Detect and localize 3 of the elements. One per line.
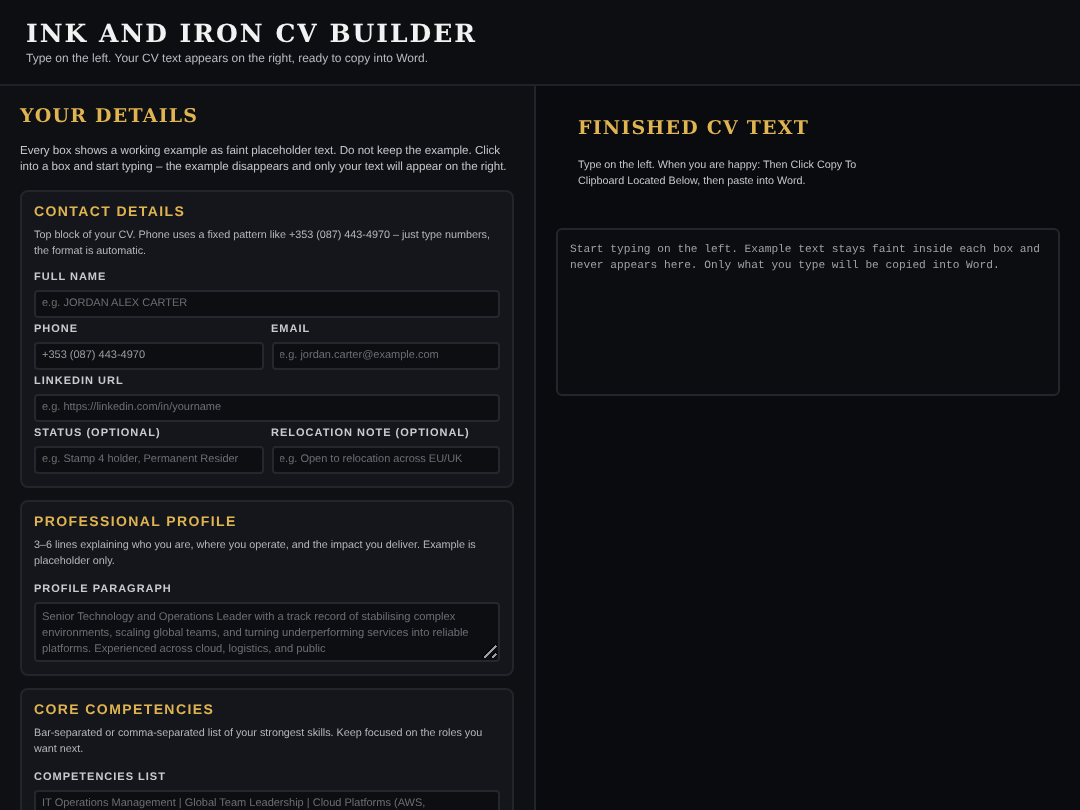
section-heading: YOUR DETAILS: [20, 106, 201, 128]
section-heading: FINISHED CV TEXT: [578, 118, 812, 140]
app-title: INK AND IRON CV BUILDER: [26, 18, 480, 48]
